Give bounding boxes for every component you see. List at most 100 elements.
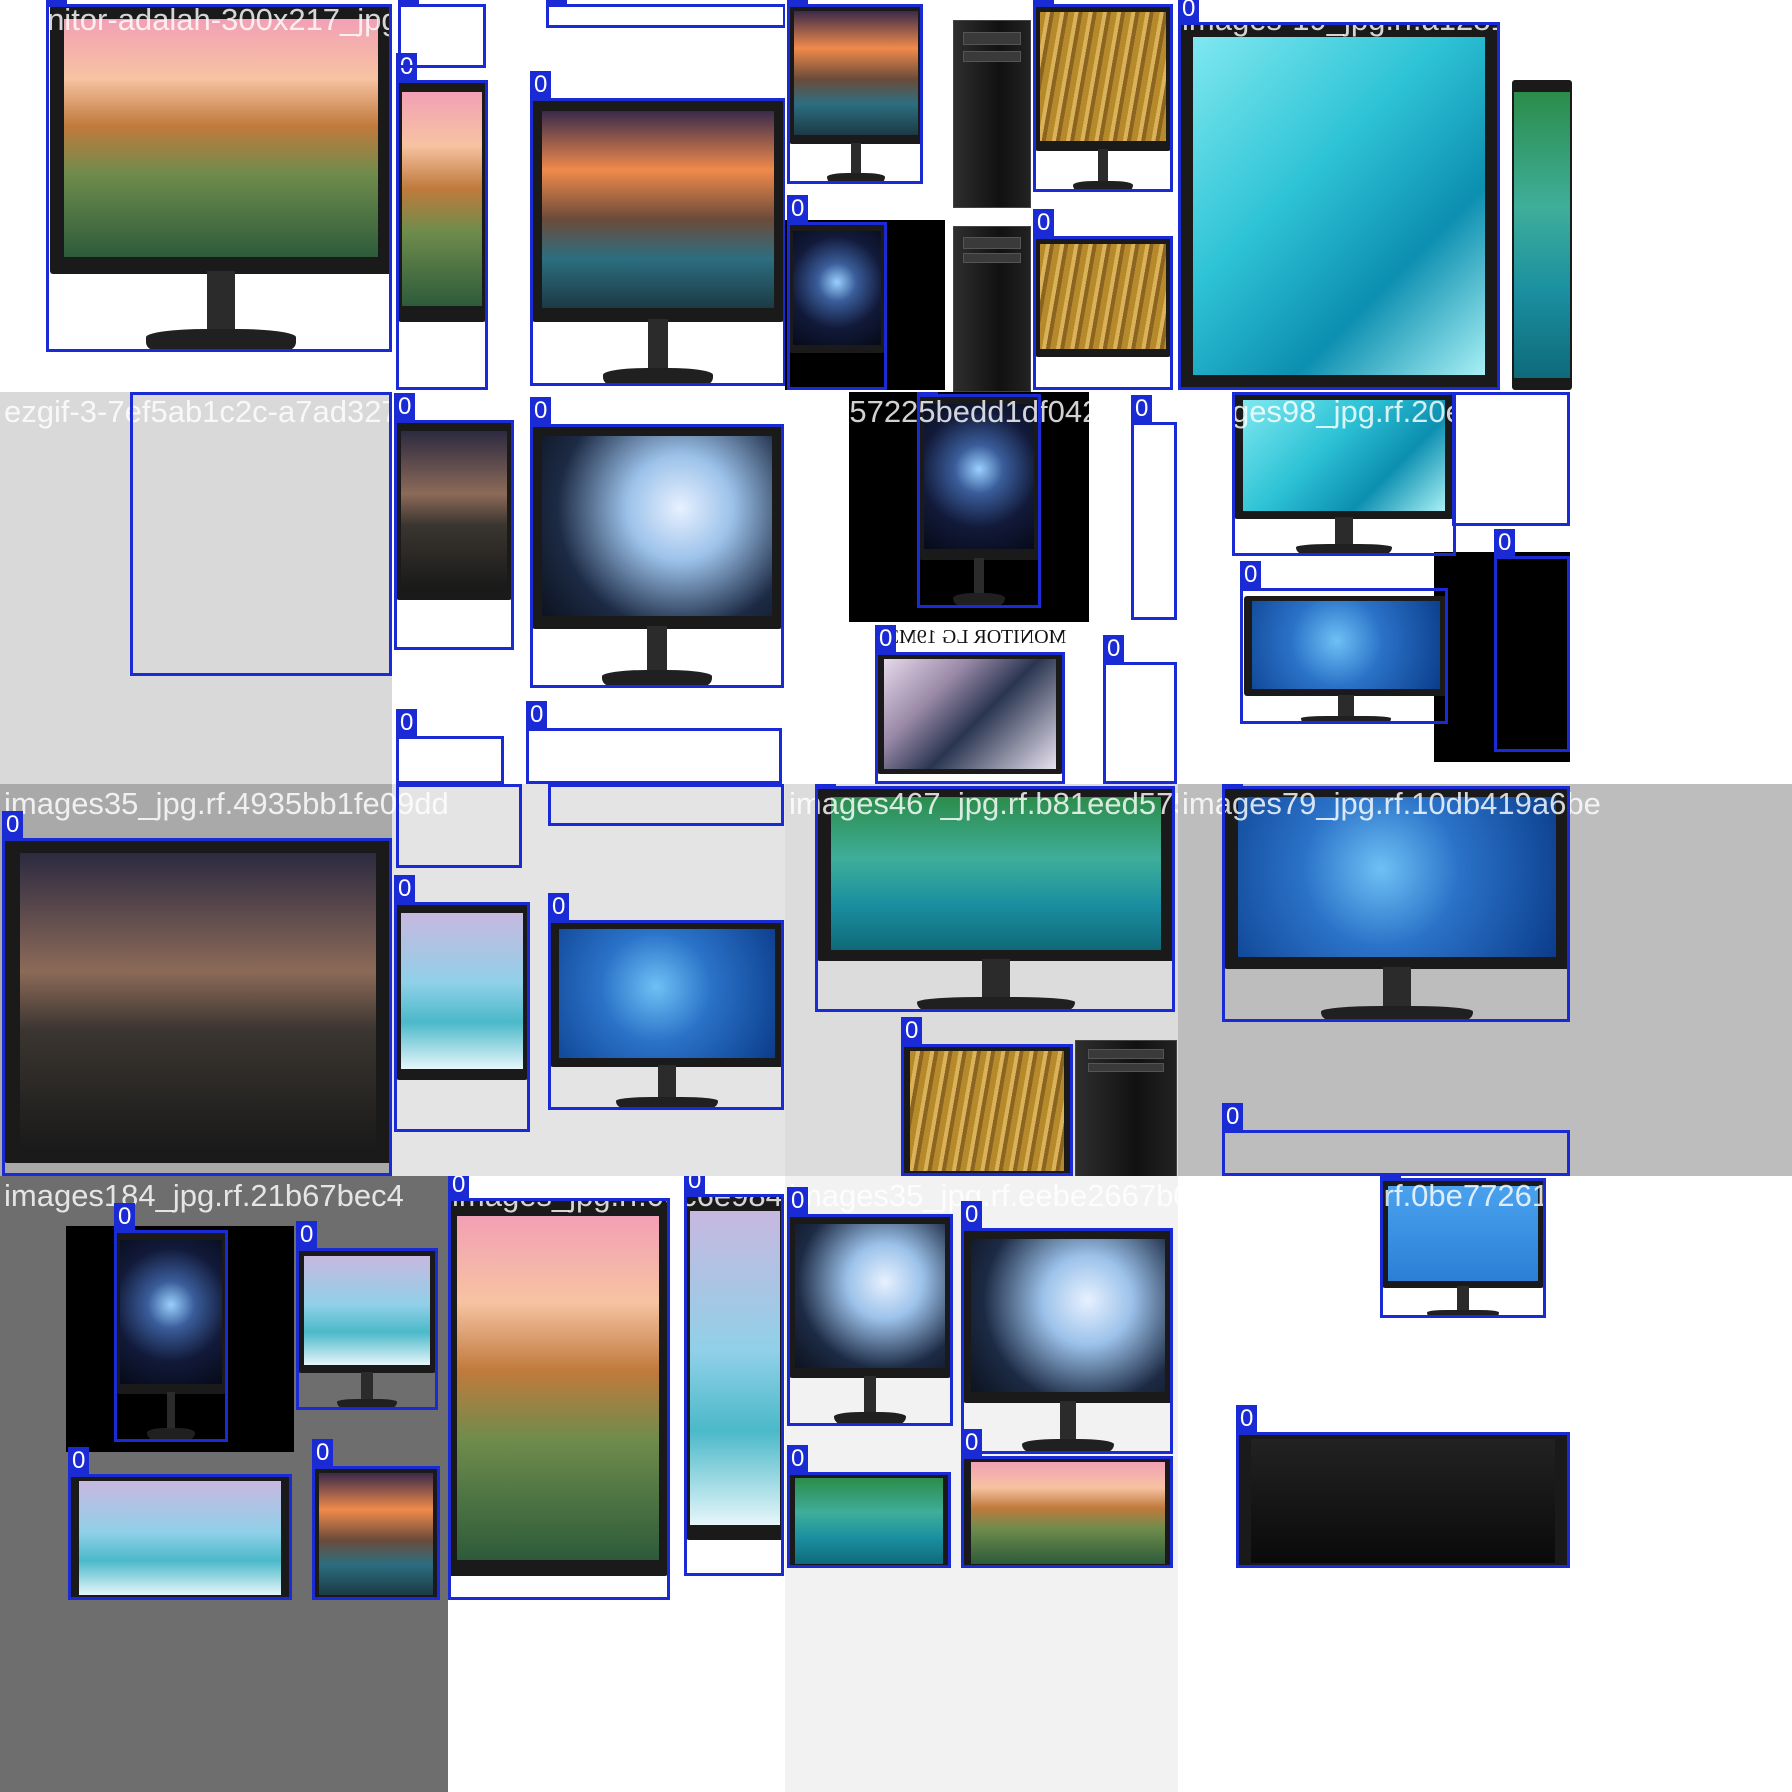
box-class-label: 0 bbox=[68, 1447, 90, 1475]
box-class-label: 0 bbox=[787, 195, 809, 223]
box-class-label: 0 bbox=[548, 784, 570, 785]
bounding-box: 0 bbox=[815, 784, 1175, 1012]
mosaic-tile-2: 0 0 0 0 bbox=[392, 0, 785, 448]
bounding-box: 0 bbox=[530, 71, 785, 386]
box-class-label: 0 bbox=[875, 625, 897, 653]
bounding-box: 0 bbox=[1380, 1176, 1546, 1318]
bounding-box: 0 bbox=[961, 1429, 1173, 1568]
box-class-label: 0 bbox=[1452, 392, 1474, 393]
mosaic-tile-10: 0 0 0 0 bbox=[392, 784, 785, 1176]
box-class-label: 0 bbox=[530, 71, 552, 99]
bounding-box: 0 bbox=[1222, 1103, 1570, 1176]
box-class-label: 0 bbox=[1236, 1405, 1258, 1433]
box-class-label: 0 bbox=[1380, 1176, 1402, 1179]
bounding-box: 0 bbox=[787, 0, 923, 184]
mosaic-tile-8: images98_jpg.rf.20ec6f565c 0 0 0 0 bbox=[1178, 392, 1792, 784]
box-class-label: 0 bbox=[394, 875, 416, 903]
box-class-label: 0 bbox=[396, 784, 418, 785]
box-class-label: 0 bbox=[1131, 395, 1153, 423]
bounding-box: 0 bbox=[787, 195, 887, 390]
box-class-label: 0 bbox=[917, 392, 939, 395]
bounding-box: 0 bbox=[68, 1447, 292, 1600]
bounding-box: 0 bbox=[2, 811, 392, 1176]
bounding-box: 0 bbox=[1033, 209, 1173, 390]
box-class-label: 0 bbox=[815, 784, 837, 787]
bounding-box: 0 bbox=[398, 0, 486, 68]
tile-filename: images35_jpg.rf.eebe2667b0 bbox=[789, 1178, 1178, 1213]
mosaic-tile-6: 0 0 0 0 bbox=[392, 392, 785, 784]
bounding-box: 0 bbox=[1452, 392, 1570, 526]
box-class-label: 0 bbox=[546, 0, 568, 5]
bounding-box: 0 bbox=[526, 701, 782, 784]
bounding-box: 0 bbox=[548, 893, 784, 1110]
box-class-label: 0 bbox=[684, 1176, 706, 1195]
box-class-label: 0 bbox=[312, 1439, 334, 1467]
bounding-box: 0 bbox=[546, 0, 785, 28]
box-class-label: 0 bbox=[396, 709, 418, 737]
mosaic-tile-1: Monitor-adalah-300x217_jpg.rf.8e705d98c8… bbox=[0, 0, 448, 448]
box-class-label: 0 bbox=[530, 397, 552, 425]
mosaic-tile-13: images184_jpg.rf.21b67bec4 0 0 0 0 bbox=[0, 1176, 448, 1792]
pc-tower-image bbox=[953, 20, 1031, 208]
bounding-box: 0 bbox=[312, 1439, 440, 1600]
box-class-label: 0 bbox=[1103, 635, 1125, 663]
box-class-label: 0 bbox=[130, 392, 152, 393]
box-class-label: 0 bbox=[1240, 561, 1262, 589]
box-class-label: 0 bbox=[961, 1201, 983, 1229]
bounding-box: 0 bbox=[901, 1017, 1073, 1176]
bounding-box: 0 bbox=[875, 625, 1065, 784]
bounding-box: 0 bbox=[394, 393, 514, 650]
bounding-box: 0 bbox=[130, 392, 392, 676]
box-class-label: 0 bbox=[296, 1221, 318, 1249]
bounding-box: 0 bbox=[917, 392, 1041, 608]
box-class-label: 0 bbox=[901, 1017, 923, 1045]
bounding-box: 0 bbox=[1131, 395, 1177, 620]
box-class-label: 0 bbox=[1222, 784, 1244, 787]
mosaic-tile-7: fbb157225bedd1df04243830fd7 0 0 MONITOR … bbox=[785, 392, 1178, 784]
box-class-label: 0 bbox=[1494, 529, 1516, 557]
box-class-label: 0 bbox=[548, 893, 570, 921]
bounding-box: 0 bbox=[296, 1221, 438, 1410]
monitor-image bbox=[1512, 80, 1572, 390]
box-class-label: 0 bbox=[398, 0, 420, 5]
bounding-box: 0 bbox=[46, 0, 392, 352]
box-class-label: 0 bbox=[787, 1445, 809, 1473]
mosaic-tile-5: ezgif-3-7ef5ab1c2c-a7ad327f7d7339_jpg.rf… bbox=[0, 392, 448, 784]
box-class-label: 0 bbox=[1222, 1103, 1244, 1131]
box-class-label: 0 bbox=[1033, 209, 1055, 237]
monitor-lg-caption: MONITOR LG 19M3 bbox=[889, 626, 1067, 648]
mosaic-grid: Monitor-adalah-300x217_jpg.rf.8e705d98c8… bbox=[0, 0, 1792, 1792]
mosaic-tile-9: images35_jpg.rf.4935bb1fe09dd2f3bdbe 0 bbox=[0, 784, 448, 1176]
box-class-label: 0 bbox=[961, 1429, 983, 1457]
bounding-box: 0 bbox=[684, 1176, 784, 1576]
mosaic-tile-15: images35_jpg.rf.eebe2667b0 0 0 0 0 bbox=[785, 1176, 1178, 1792]
bounding-box: 0 bbox=[394, 875, 530, 1132]
bounding-box: 0 bbox=[787, 1445, 951, 1568]
box-class-label: 0 bbox=[114, 1203, 136, 1231]
box-class-label: 0 bbox=[46, 0, 68, 5]
mosaic-tile-4: images-19_jpg.rf.a12813d02c 0 bbox=[1178, 0, 1792, 448]
box-class-label: 0 bbox=[787, 0, 809, 5]
bounding-box: 0 bbox=[530, 397, 784, 688]
pc-tower-image bbox=[1075, 1040, 1177, 1176]
box-class-label: 0 bbox=[526, 701, 548, 729]
bounding-box: 0 bbox=[1236, 1405, 1570, 1568]
mosaic-tile-11: images467_jpg.rf.b81eed575 0 0 bbox=[785, 784, 1178, 1176]
bounding-box: 0 bbox=[448, 1176, 670, 1600]
mosaic-tile-16: images77_jpg.rf.0be77261235 0 0 bbox=[1178, 1176, 1792, 1792]
bounding-box: 0 bbox=[114, 1203, 228, 1442]
mosaic-tile-14: images_jpg.rf.06c6e9848c 0 0 bbox=[448, 1176, 785, 1792]
tile-filename: images184_jpg.rf.21b67bec4 bbox=[4, 1178, 404, 1213]
bounding-box: 0 bbox=[396, 53, 488, 390]
pc-tower-image bbox=[953, 226, 1031, 392]
bounding-box: 0 bbox=[548, 784, 784, 826]
bounding-box: 0 bbox=[1222, 784, 1570, 1022]
bounding-box: 0 bbox=[396, 709, 504, 784]
box-class-label: 0 bbox=[2, 811, 24, 839]
bounding-box: 0 bbox=[1178, 0, 1500, 390]
box-class-label: 0 bbox=[448, 1176, 470, 1199]
mosaic-tile-3: 0 0 0 0 bbox=[785, 0, 1178, 448]
box-class-label: 0 bbox=[1232, 392, 1254, 393]
box-class-label: 0 bbox=[394, 393, 416, 421]
bounding-box: 0 bbox=[1240, 561, 1448, 724]
